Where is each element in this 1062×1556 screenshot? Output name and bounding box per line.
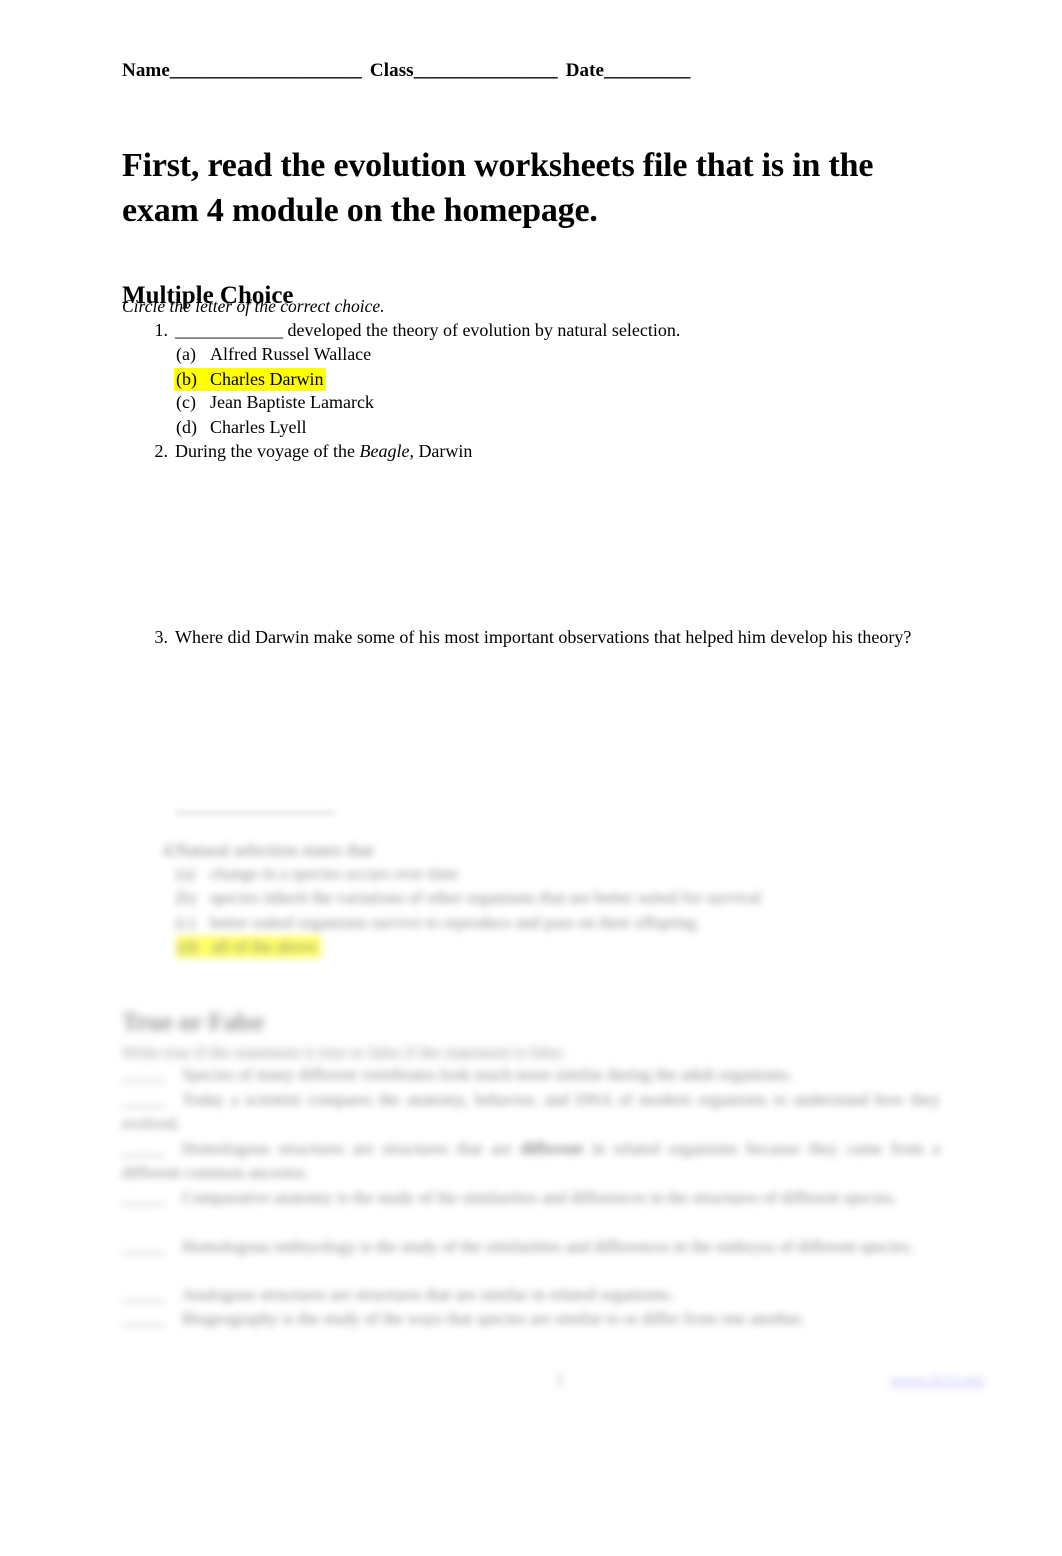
obscured-option-b-text: species inherit the variations of other … <box>210 888 762 907</box>
obscured-option-b-label: (b) <box>176 888 196 907</box>
obscured-section-heading-true-false: True or False <box>122 1009 265 1036</box>
obscured-option-c-label: (c) <box>176 913 195 932</box>
tf-text-3-bold: different <box>520 1139 584 1158</box>
tf-text-4: Comparative anatomy is the study of the … <box>182 1188 898 1207</box>
page-title: First, read the evolution worksheets fil… <box>122 146 874 229</box>
name-label: Name <box>122 60 170 81</box>
highlight-obscured-answer: (d) all of the above <box>176 936 322 958</box>
obscured-question-4-number: 4. <box>162 840 177 860</box>
tf-blank-1[interactable]: _____ <box>122 1063 182 1087</box>
question-1-option-a[interactable]: (a) Alfred Russel Wallace <box>176 343 371 366</box>
date-label: Date <box>565 60 605 81</box>
tf-blank-5[interactable]: _____ <box>122 1235 182 1259</box>
question-1-option-d[interactable]: (d) Charles Lyell <box>176 416 306 439</box>
name-class-date-bar: Name____________________ Class___________… <box>122 60 690 82</box>
option-b-label: (b) <box>176 369 197 389</box>
blurred-answer-rule <box>175 812 335 814</box>
page-number: 1 <box>555 1370 565 1389</box>
class-label: Class <box>369 60 414 81</box>
section-instruction-multiple-choice: Circle the letter of the correct choice. <box>122 296 385 316</box>
option-a-label: (a) <box>176 344 196 364</box>
obscured-question-4-option-c[interactable]: (c) better suited organisms survive to re… <box>176 911 697 934</box>
option-a-text: Alfred Russel Wallace <box>210 344 372 364</box>
question-2-text-before: During the voyage of the <box>175 441 360 461</box>
obscured-option-d-label: (d) <box>178 937 198 956</box>
tf-blank-3[interactable]: _____ <box>122 1137 182 1161</box>
obscured-option-a-label: (a) <box>176 864 195 883</box>
obscured-question-4: 4. Natural selection states that <box>140 838 940 862</box>
obscured-tf-item-2: _____ Today a scientist compares the anat… <box>122 1088 940 1136</box>
obscured-tf-item-1: _____ Species of many different vertebrat… <box>122 1063 940 1087</box>
question-2-text: During the voyage of the Beagle, Darwin <box>175 440 940 463</box>
tf-blank-4[interactable]: _____ <box>122 1186 182 1210</box>
obscured-section-instruction-true-false: Write true if the statement is true or f… <box>122 1043 566 1062</box>
option-c-text: Jean Baptiste Lamarck <box>210 392 374 412</box>
question-2: 2. During the voyage of the Beagle, Darw… <box>140 440 940 463</box>
tf-text-2: Today a scientist compares the anatomy, … <box>122 1090 940 1133</box>
obscured-tf-item-3: _____ Homologous structures are structure… <box>122 1137 940 1185</box>
worksheet-page: Name____________________ Class___________… <box>0 0 1062 1556</box>
question-3-text: Where did Darwin make some of his most i… <box>175 627 912 647</box>
tf-text-6: Analogous structures are structures that… <box>182 1285 674 1304</box>
highlight-charles-darwin: (b) Charles Darwin <box>174 368 327 391</box>
obscured-question-4-option-b[interactable]: (b) species inherit the variations of oth… <box>176 886 761 909</box>
class-blank[interactable]: _______________ <box>414 60 558 81</box>
obscured-tf-item-6: _____ Analogous structures are structures… <box>122 1283 940 1307</box>
obscured-tf-item-4: _____ Comparative anatomy is the study of… <box>122 1186 940 1210</box>
question-2-italic-beagle: Beagle <box>359 441 410 461</box>
question-1-option-c[interactable]: (c) Jean Baptiste Lamarck <box>176 391 374 414</box>
tf-text-7: Biogeography is the study of the ways th… <box>182 1309 805 1328</box>
footer-link[interactable]: www.ck12.org <box>890 1372 984 1390</box>
tf-blank-6[interactable]: _____ <box>122 1283 182 1307</box>
obscured-tf-item-7: _____ Biogeography is the study of the wa… <box>122 1307 940 1331</box>
tf-blank-2[interactable]: _____ <box>122 1088 182 1112</box>
question-2-number: 2. <box>154 441 169 461</box>
obscured-question-4-text: Natural selection states that <box>175 840 374 860</box>
name-blank[interactable]: ____________________ <box>170 60 362 81</box>
question-3-number: 3. <box>154 627 169 647</box>
obscured-question-4-option-d[interactable]: (d) all of the above <box>176 935 322 958</box>
obscured-option-d-text: all of the above <box>212 937 318 956</box>
obscured-option-a-text: change in a species occurs over time <box>210 864 459 883</box>
option-b-text: Charles Darwin <box>210 369 324 389</box>
question-1-number: 1. <box>154 320 169 340</box>
tf-text-1: Species of many different vertebrates lo… <box>182 1065 793 1084</box>
question-1: 1. ____________ developed the theory of … <box>140 319 940 342</box>
option-d-label: (d) <box>176 417 197 437</box>
tf-text-3: Homologous structures are structures tha… <box>182 1139 521 1158</box>
obscured-tf-item-5: _____ Homologous embryology is the study … <box>122 1235 940 1259</box>
question-3: 3. Where did Darwin make some of his mos… <box>140 626 940 649</box>
option-c-label: (c) <box>176 392 196 412</box>
obscured-question-4-option-a[interactable]: (a) change in a species occurs over time <box>176 862 458 885</box>
tf-text-5: Homologous embryology is the study of th… <box>182 1237 914 1256</box>
question-2-text-after: , Darwin <box>409 441 473 461</box>
option-d-text: Charles Lyell <box>210 417 307 437</box>
question-1-text: ____________ developed the theory of evo… <box>175 320 681 340</box>
date-blank[interactable]: _________ <box>604 60 690 81</box>
question-1-option-b[interactable]: (b) Charles Darwin <box>174 368 327 391</box>
obscured-option-c-text: better suited organisms survive to repro… <box>210 913 697 932</box>
tf-blank-7[interactable]: _____ <box>122 1307 182 1331</box>
